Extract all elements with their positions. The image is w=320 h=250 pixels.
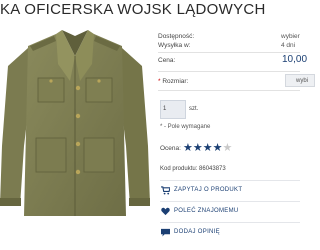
- recommend-button[interactable]: POLEĆ ZNAJOMEMU: [160, 201, 300, 220]
- cart-icon: [161, 186, 170, 195]
- heart-icon: [161, 207, 170, 216]
- size-row: * Rozmiar: wybi: [158, 74, 315, 88]
- divider: [158, 52, 300, 53]
- recommend-label: POLEĆ ZNAJOMEMU: [174, 208, 239, 214]
- product-image[interactable]: [0, 26, 150, 221]
- product-details: Dostępność: wybier Wysyłka w: 4 dni Cena…: [158, 32, 315, 93]
- star-icon[interactable]: ★: [223, 142, 233, 154]
- star-icon[interactable]: ★: [213, 142, 223, 154]
- size-select[interactable]: wybi: [285, 74, 315, 87]
- quantity-group: 1 szt.: [160, 100, 300, 120]
- star-icon[interactable]: ★: [193, 142, 203, 154]
- rating-stars[interactable]: ★★★★★: [183, 142, 232, 154]
- add-review-label: DODAJ OPINIĘ: [174, 229, 220, 235]
- star-icon[interactable]: ★: [203, 142, 213, 154]
- shipping-label: Wysyłka w:: [158, 42, 191, 49]
- availability-label: Dostępność:: [158, 33, 195, 40]
- ask-about-product-label: ZAPYTAJ O PRODUKT: [174, 187, 243, 193]
- price-label: Cena:: [158, 57, 176, 64]
- quantity-input[interactable]: 1: [160, 100, 186, 119]
- quantity-unit: szt.: [189, 106, 199, 112]
- size-label: * Rozmiar:: [158, 78, 188, 85]
- star-icon[interactable]: ★: [183, 142, 193, 154]
- divider: [158, 71, 300, 72]
- availability-value: wybier: [281, 33, 300, 40]
- rating-label: Ocena:: [160, 145, 181, 152]
- availability-row: Dostępność: wybier: [158, 32, 300, 41]
- required-note: * - Pole wymagane: [160, 124, 211, 130]
- required-mark: *: [158, 78, 161, 85]
- shipping-row: Wysyłka w: 4 dni: [158, 41, 300, 50]
- ask-about-product-button[interactable]: ZAPYTAJ O PRODUKT: [160, 180, 300, 199]
- price-row: Cena: 10,00: [158, 54, 307, 69]
- page-title: KA OFICERSKA WOJSK LĄDOWYCH: [0, 1, 266, 18]
- chat-bubble-icon: [161, 228, 170, 237]
- add-review-button[interactable]: DODAJ OPINIĘ: [160, 222, 300, 241]
- price-value: 10,00: [282, 54, 308, 65]
- product-code: Kod produktu: 86043873: [160, 166, 226, 172]
- divider: [158, 90, 300, 91]
- size-label-text: Rozmiar:: [162, 78, 189, 85]
- shipping-value: 4 dni: [281, 42, 296, 49]
